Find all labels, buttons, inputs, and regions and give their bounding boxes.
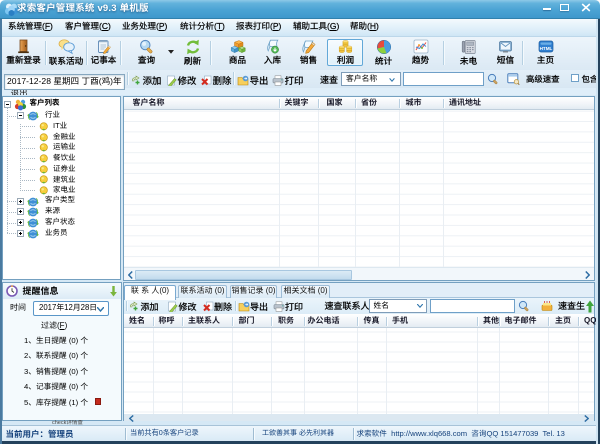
svg-text:HTML: HTML <box>539 46 552 51</box>
